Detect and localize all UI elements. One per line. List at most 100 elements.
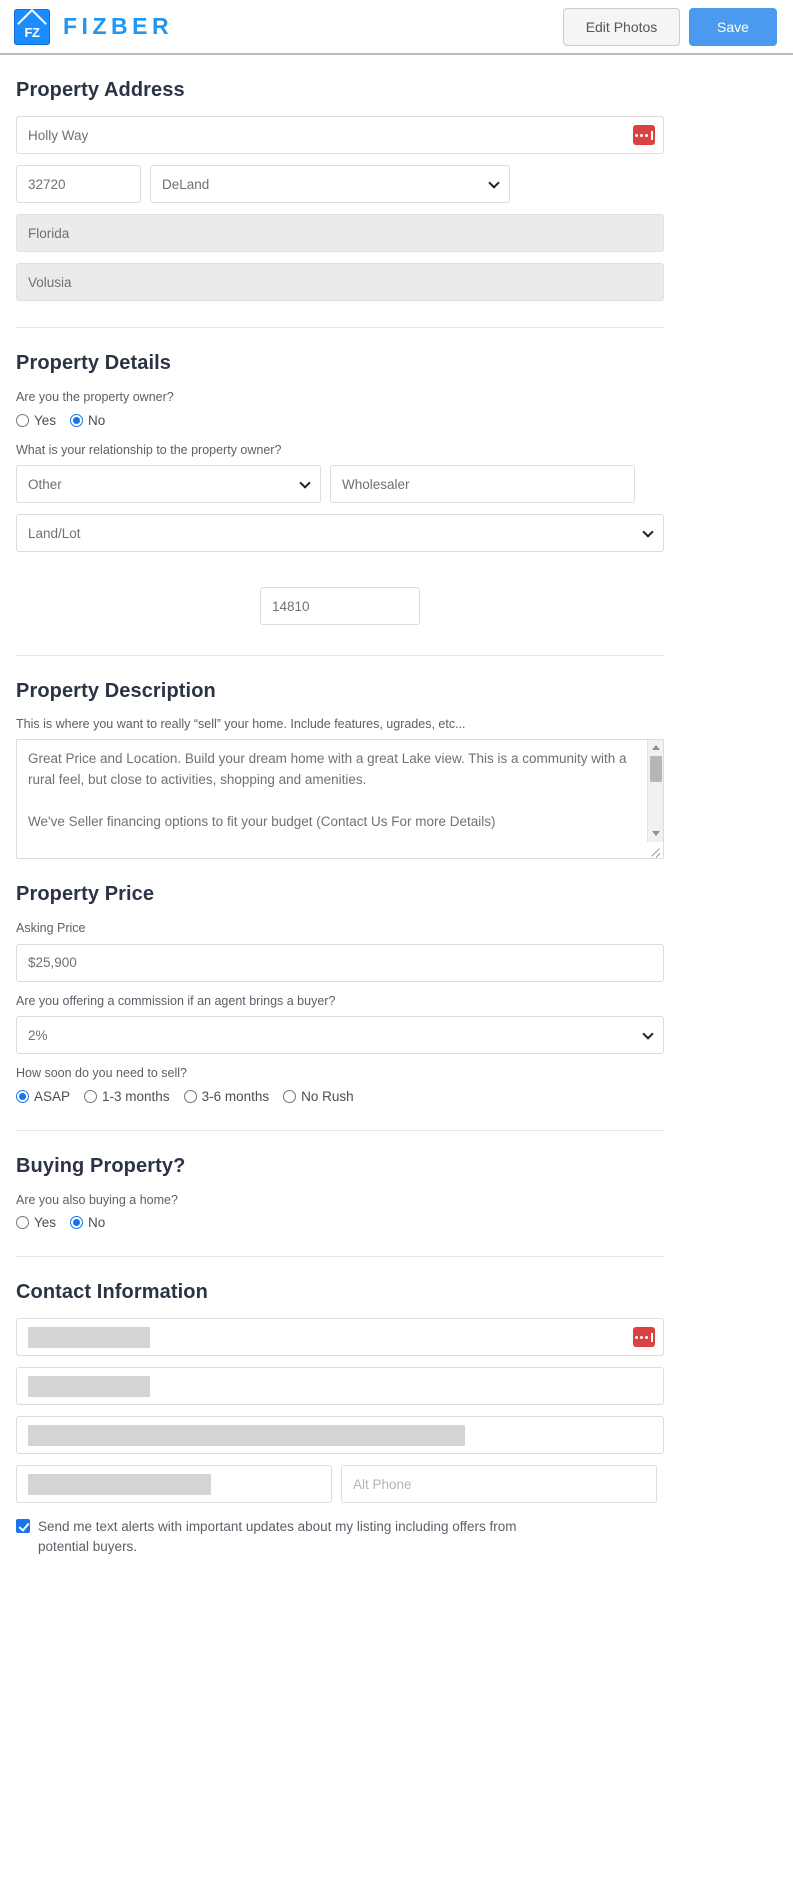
buying-property-title: Buying Property? [16, 1154, 186, 1177]
page-root: FZ FIZBER Edit Photos Save Property Addr… [0, 0, 793, 1580]
radio-icon-selected [70, 413, 84, 427]
section-property-address: Property Address Holly Way 32720 DeLand … [16, 55, 664, 328]
city-value: DeLand [162, 176, 210, 192]
radio-icon [16, 1216, 29, 1229]
lastpass-icon[interactable] [633, 125, 655, 145]
contact-information-title: Contact Information [16, 1281, 208, 1303]
section-property-price: Property Price Asking Price $25,900 Are … [16, 859, 664, 1131]
property-description-title: Property Description [16, 680, 216, 702]
chevron-down-icon [488, 177, 500, 189]
radio-icon [283, 1089, 297, 1103]
brand-name: FIZBER [63, 13, 174, 39]
chevron-down-icon [642, 526, 654, 538]
first-name-input[interactable] [16, 1318, 664, 1356]
timeline-option-3-label: No Rush [301, 1088, 354, 1104]
radio-icon [183, 1089, 197, 1103]
timeline-question-label: How soon do you need to sell? [16, 1066, 187, 1080]
scroll-up-icon[interactable] [652, 745, 660, 750]
lot-size-row: 14810 [16, 563, 664, 629]
county-value: Volusia [28, 274, 72, 290]
zip-city-row: 32720 DeLand [16, 165, 664, 203]
text-alerts-checkbox[interactable] [16, 1519, 30, 1533]
owner-radio-yes[interactable]: Yes [16, 413, 56, 428]
last-name-input[interactable] [16, 1367, 664, 1405]
property-type-value: Land/Lot [28, 525, 81, 541]
owner-radio-no-label: No [88, 412, 106, 428]
textarea-resize-handle[interactable] [647, 842, 663, 858]
first-name-redacted-value [28, 1326, 150, 1348]
relationship-select[interactable]: Other [16, 465, 321, 503]
textarea-scrollbar[interactable] [647, 740, 663, 858]
radio-icon [84, 1089, 98, 1103]
relationship-value: Other [28, 476, 62, 492]
logo-text: FZ [24, 24, 40, 40]
save-button[interactable]: Save [689, 7, 777, 46]
radio-icon-selected [70, 1216, 84, 1229]
property-description-text: Great Price and Location. Build your dre… [28, 751, 627, 858]
section-property-details: Property Details Are you the property ow… [16, 328, 664, 656]
buying-radio-no-label: No [88, 1215, 106, 1230]
state-value: Florida [28, 225, 70, 241]
alt-phone-placeholder: Alt Phone [353, 1476, 412, 1492]
state-field: Florida [16, 214, 664, 252]
property-description-textarea[interactable]: Great Price and Location. Build your dre… [16, 739, 664, 859]
property-details-title: Property Details [16, 352, 171, 374]
chevron-down-icon [642, 1028, 654, 1040]
last-name-redacted-value [28, 1375, 150, 1397]
county-field: Volusia [16, 263, 664, 301]
owner-radio-group: Yes No [16, 413, 664, 428]
email-redacted-value [28, 1424, 465, 1446]
timeline-radio-1-3-months[interactable]: 1-3 months [84, 1089, 170, 1104]
city-select[interactable]: DeLand [150, 165, 510, 203]
scroll-down-icon[interactable] [652, 831, 660, 836]
timeline-option-0-label: ASAP [34, 1088, 71, 1104]
section-property-description: Property Description This is where you w… [16, 656, 664, 859]
chevron-down-icon [299, 477, 311, 489]
relationship-row: Other Wholesaler [16, 465, 664, 503]
phone-row: Alt Phone [16, 1465, 664, 1503]
property-description-help: This is where you want to really “sell” … [16, 717, 466, 731]
timeline-option-1-label: 1-3 months [102, 1088, 170, 1104]
text-alerts-row[interactable]: Send me text alerts with important updat… [16, 1517, 664, 1580]
timeline-radio-asap[interactable]: ASAP [16, 1089, 70, 1104]
buying-radio-yes[interactable]: Yes [16, 1215, 56, 1230]
property-address-title: Property Address [16, 79, 185, 101]
owner-radio-yes-label: Yes [34, 412, 57, 428]
asking-price-input[interactable]: $25,900 [16, 943, 664, 982]
phone-redacted-value [28, 1473, 211, 1495]
buying-radio-group: Yes No [16, 1215, 664, 1230]
relationship-other-value: Wholesaler [342, 476, 410, 492]
text-alerts-label: Send me text alerts with important updat… [38, 1519, 517, 1555]
scrollbar-thumb[interactable] [650, 756, 662, 782]
owner-radio-no[interactable]: No [70, 413, 105, 428]
email-input[interactable] [16, 1416, 664, 1454]
property-type-select[interactable]: Land/Lot [16, 514, 664, 552]
timeline-radio-3-6-months[interactable]: 3-6 months [183, 1088, 270, 1104]
alt-phone-input[interactable]: Alt Phone [341, 1465, 657, 1503]
section-buying-property: Buying Property? Are you also buying a h… [16, 1131, 664, 1257]
brand-logo[interactable]: FZ FIZBER [14, 8, 174, 45]
timeline-option-2-label: 3-6 months [201, 1088, 270, 1104]
lot-size-input[interactable]: 14810 [260, 587, 420, 625]
commission-value: 2% [28, 1027, 48, 1043]
edit-photos-button[interactable]: Edit Photos [563, 7, 680, 46]
zip-input[interactable]: 32720 [16, 165, 141, 203]
relationship-other-input[interactable]: Wholesaler [330, 465, 635, 503]
commission-question-label: Are you offering a commission if an agen… [16, 993, 336, 1008]
commission-select[interactable]: 2% [16, 1016, 664, 1054]
street-address-input[interactable]: Holly Way [16, 116, 664, 154]
radio-icon-selected [16, 1089, 29, 1103]
buying-radio-no[interactable]: No [70, 1215, 105, 1230]
radio-icon [16, 413, 29, 427]
timeline-radio-group: ASAP 1-3 months 3-6 months No Rush [16, 1089, 664, 1104]
street-address-value: Holly Way [28, 127, 89, 143]
lastpass-icon[interactable] [633, 1327, 655, 1347]
section-contact-information: Contact Information Alt Phone Send me te… [16, 1257, 664, 1580]
form-content: Property Address Holly Way 32720 DeLand … [0, 55, 680, 1580]
timeline-radio-no-rush[interactable]: No Rush [283, 1089, 354, 1104]
phone-input[interactable] [16, 1465, 332, 1503]
zip-value: 32720 [28, 176, 66, 192]
asking-price-label: Asking Price [16, 921, 86, 935]
header-actions: Edit Photos Save [563, 7, 777, 46]
buying-question-label: Are you also buying a home? [16, 1192, 178, 1207]
